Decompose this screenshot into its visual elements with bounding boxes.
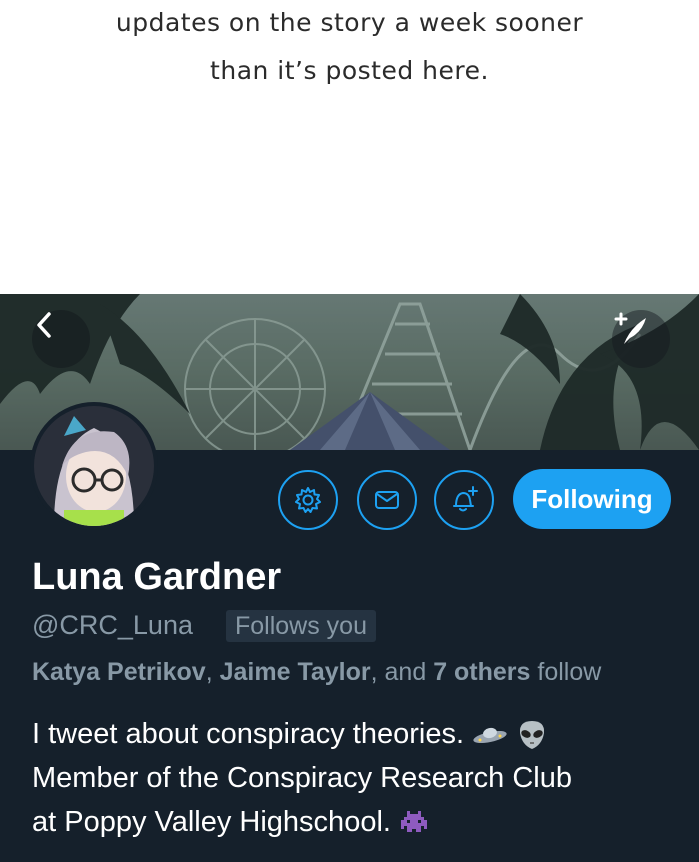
follows-you-badge: Follows you: [226, 610, 376, 642]
bio-line-3: at Poppy Valley Highschool.: [32, 800, 682, 844]
followers-you-know[interactable]: Katya Petrikov, Jaime Taylor, and 7 othe…: [32, 658, 601, 687]
ufo-icon: [473, 728, 507, 744]
story-line-2: than it’s posted here.: [210, 56, 489, 85]
bio-line-1: I tweet about conspiracy theories.: [32, 712, 682, 756]
chevron-left-icon: [37, 312, 51, 338]
profile-display-name: Luna Gardner: [32, 556, 282, 598]
envelope-icon: [375, 491, 399, 509]
profile-handle: @CRC_Luna: [32, 610, 193, 640]
alien-icon: [520, 721, 545, 750]
bell-plus-icon: [453, 486, 478, 512]
story-line-1: updates on the story a week sooner: [115, 8, 584, 37]
follower-suffix: follow: [530, 658, 602, 686]
settings-button[interactable]: [278, 470, 338, 530]
avatar-illustration: [34, 406, 154, 526]
compose-tweet-button[interactable]: [612, 310, 670, 368]
notifications-button[interactable]: [434, 470, 494, 530]
story-text-block: updates on the story a week sooner than …: [0, 0, 699, 294]
bio-line-2: Member of the Conspiracy Research Club: [32, 762, 572, 794]
bio-line-1-text: I tweet about conspiracy theories.: [32, 718, 465, 750]
bio-line-3-text: at Poppy Valley Highschool.: [32, 806, 391, 838]
follower-separator-1: ,: [205, 658, 220, 686]
message-button[interactable]: [357, 470, 417, 530]
follower-name-2[interactable]: Jaime Taylor: [220, 658, 371, 686]
profile-bio: I tweet about conspiracy theories. Membe…: [32, 712, 682, 844]
follower-name-1[interactable]: Katya Petrikov: [32, 658, 206, 686]
follower-separator-2: , and: [370, 658, 434, 686]
profile-card: Following Luna Gardner @CRC_Luna Follows…: [0, 294, 699, 862]
gear-icon: [295, 487, 321, 513]
space-invader-icon: [401, 811, 428, 833]
follower-others[interactable]: 7 others: [433, 658, 530, 686]
compose-feather-icon: [614, 312, 646, 344]
following-button[interactable]: Following: [513, 469, 671, 529]
back-button[interactable]: [32, 310, 90, 368]
avatar[interactable]: [30, 402, 158, 530]
